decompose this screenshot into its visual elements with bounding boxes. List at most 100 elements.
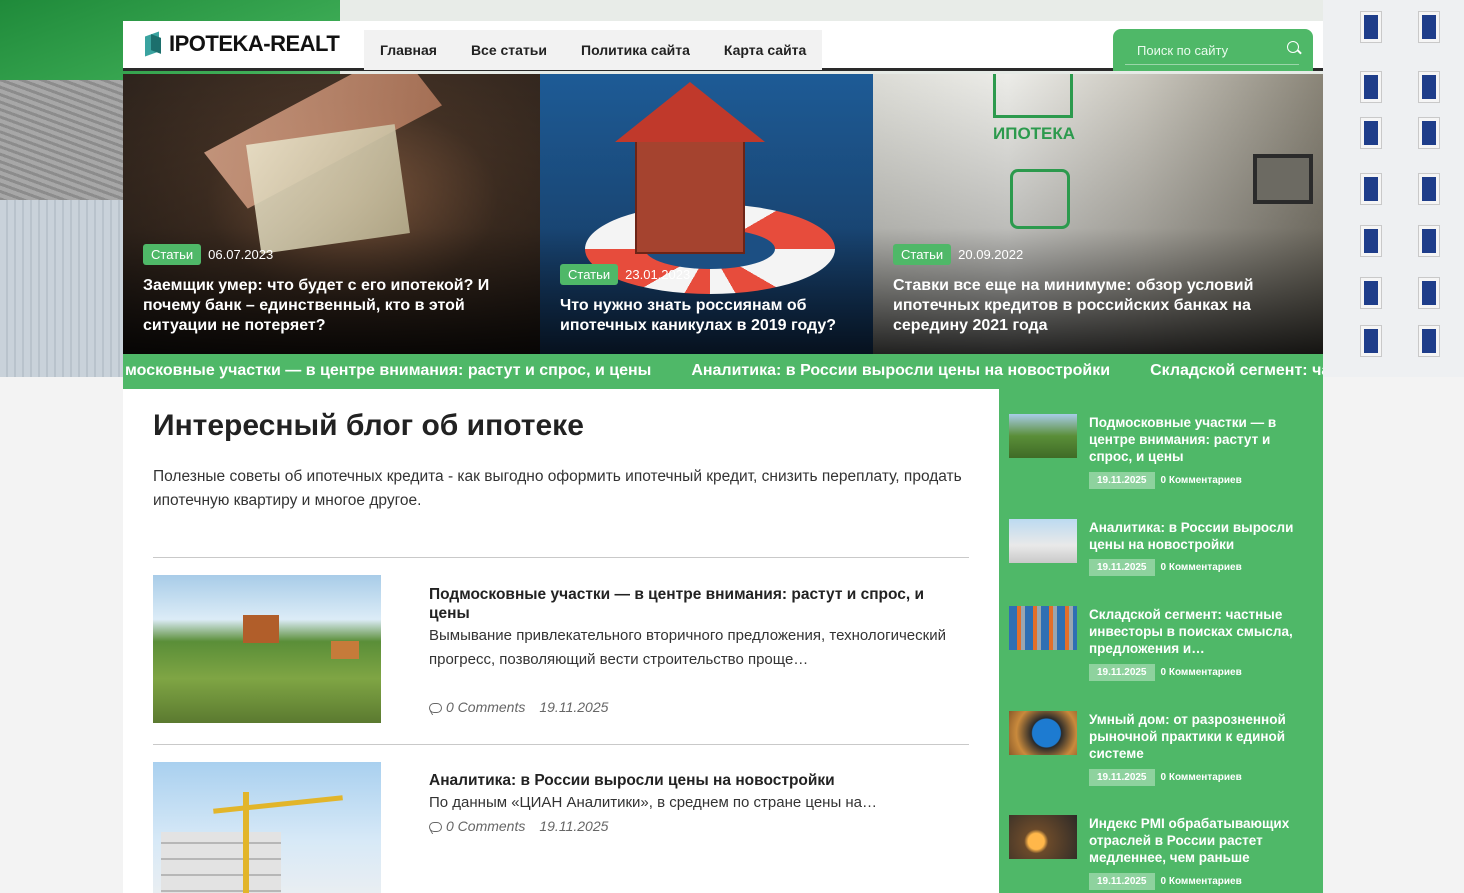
sidebar-thumbnail[interactable]: [1009, 815, 1077, 859]
category-tag[interactable]: Статьи: [560, 264, 619, 285]
sidebar-post[interactable]: Индекс PMI обрабатывающих отраслей в Рос…: [1009, 815, 1309, 893]
building-window: [1361, 12, 1381, 42]
ticker-item[interactable]: московные участки — в центре внимания: р…: [125, 362, 651, 380]
sidebar-post-date: 19.11.2025: [1089, 472, 1155, 489]
sidebar-post-comments[interactable]: 0 Комментариев: [1161, 475, 1242, 486]
post-thumbnail[interactable]: [153, 575, 381, 723]
post-comments[interactable]: 0 Comments: [429, 818, 525, 834]
nav-item-home[interactable]: Главная: [364, 30, 453, 70]
sidebar-post-title[interactable]: Аналитика: в России выросли цены на ново…: [1089, 519, 1304, 553]
featured-slide[interactable]: Статьи 23.01.2023 Что нужно знать россия…: [540, 74, 873, 354]
house-image: [331, 641, 359, 659]
slide-title[interactable]: Что нужно знать россиянам об ипотечных к…: [560, 296, 850, 336]
house-image: [243, 615, 279, 643]
featured-slider: Статьи 06.07.2023 Заемщик умер: что буде…: [123, 74, 1323, 354]
comment-icon: [429, 822, 442, 833]
crane-arm-image: [213, 795, 343, 814]
sidebar-post[interactable]: Умный дом: от разрозненной рыночной прак…: [1009, 711, 1309, 791]
ticker-item[interactable]: Аналитика: в России выросли цены на ново…: [691, 362, 1110, 380]
post-excerpt: Вымывание привлекательного вторичного пр…: [429, 627, 946, 668]
intro-text: Полезные советы об ипотечных кредита - к…: [153, 468, 962, 509]
nav-item-sitemap[interactable]: Карта сайта: [706, 30, 822, 70]
logo-icon: [145, 32, 163, 56]
sidebar-post-meta: 19.11.2025 0 Комментариев: [1089, 769, 1242, 786]
nav-item-site-policy[interactable]: Политика сайта: [563, 30, 706, 70]
sidebar-post[interactable]: Складской сегмент: частные инвесторы в п…: [1009, 606, 1309, 686]
post-title[interactable]: Подмосковные участки — в центре внимания…: [429, 585, 939, 623]
slide-title[interactable]: Заемщик умер: что будет с его ипотекой? …: [143, 276, 513, 336]
search-icon[interactable]: [1287, 41, 1299, 53]
building-window: [1419, 72, 1439, 102]
slide-meta: Статьи 06.07.2023: [143, 244, 273, 265]
post-meta: 0 Comments 19.11.2025: [429, 818, 608, 834]
bg-apartment-building: [1323, 0, 1464, 377]
search-input[interactable]: [1125, 37, 1299, 65]
comment-icon: [429, 703, 442, 714]
nav-item-all-articles[interactable]: Все статьи: [453, 30, 563, 70]
site-header: IPOTEKA-REALT Главная Все статьи Политик…: [123, 21, 1323, 71]
ticker-item[interactable]: Складской сегмент: частные инвесторы в п…: [1150, 362, 1323, 380]
sidebar-post-comments[interactable]: 0 Комментариев: [1161, 562, 1242, 573]
slide-date: 23.01.2023: [625, 267, 691, 282]
post-thumbnail[interactable]: [153, 762, 381, 893]
slide-meta: Статьи 20.09.2022: [893, 244, 1023, 265]
sidebar-post-title[interactable]: Подмосковные участки — в центре внимания…: [1089, 414, 1304, 465]
page-title: Интересный блог об ипотеке: [153, 409, 584, 442]
sidebar-post-title[interactable]: Складской сегмент: частные инвесторы в п…: [1089, 606, 1304, 657]
sidebar-thumbnail[interactable]: [1009, 711, 1077, 755]
post-title[interactable]: Аналитика: в России выросли цены на ново…: [429, 771, 939, 790]
sidebar-post-date: 19.11.2025: [1089, 873, 1155, 890]
sidebar-thumbnail[interactable]: [1009, 414, 1077, 458]
banknote-image: [246, 124, 410, 254]
sidebar-post-meta: 19.11.2025 0 Комментариев: [1089, 559, 1242, 576]
building-window: [1361, 174, 1381, 204]
logo-text: IPOTEKA-REALT: [169, 31, 340, 56]
main-nav: Главная Все статьи Политика сайта Карта …: [364, 30, 823, 70]
sidebar-post-title[interactable]: Индекс PMI обрабатывающих отраслей в Рос…: [1089, 815, 1304, 866]
slide-date: 06.07.2023: [208, 247, 274, 262]
post-comments[interactable]: 0 Comments: [429, 699, 525, 715]
house-sign-icon: [993, 74, 1073, 118]
sidebar-post-comments[interactable]: 0 Комментариев: [1161, 876, 1242, 887]
category-tag[interactable]: Статьи: [143, 244, 202, 265]
sidebar-post[interactable]: Подмосковные участки — в центре внимания…: [1009, 414, 1309, 494]
category-tag[interactable]: Статьи: [893, 244, 952, 265]
sidebar: Подмосковные участки — в центре внимания…: [999, 389, 1323, 893]
building-window: [1361, 72, 1381, 102]
bg-house-wall: [0, 200, 123, 377]
house-image: [635, 134, 745, 254]
sidebar-post-date: 19.11.2025: [1089, 664, 1155, 681]
main-content: Интересный блог об ипотеке Полезные сове…: [123, 389, 999, 893]
divider: [153, 557, 969, 558]
sidebar-post-meta: 19.11.2025 0 Комментариев: [1089, 664, 1242, 681]
sidebar-post-comments[interactable]: 0 Комментариев: [1161, 772, 1242, 783]
featured-slide[interactable]: Статьи 06.07.2023 Заемщик умер: что буде…: [123, 74, 540, 354]
sidebar-post-comments[interactable]: 0 Комментариев: [1161, 667, 1242, 678]
featured-slide[interactable]: ИПОТЕКА Статьи 20.09.2022 Ставки все еще…: [873, 74, 1323, 354]
sidebar-post-meta: 19.11.2025 0 Комментариев: [1089, 472, 1242, 489]
slide-title[interactable]: Ставки все еще на минимуме: обзор услови…: [893, 276, 1273, 336]
post-meta: 0 Comments 19.11.2025: [429, 699, 608, 715]
ticker-track: московные участки — в центре внимания: р…: [125, 362, 1323, 380]
comments-count: 0 Comments: [446, 699, 526, 715]
sidebar-thumbnail[interactable]: [1009, 519, 1077, 563]
building-window: [1419, 278, 1439, 308]
post-excerpt: По данным «ЦИАН Аналитики», в среднем по…: [429, 794, 878, 811]
slide-meta: Статьи 23.01.2023: [560, 264, 690, 285]
divider: [153, 744, 969, 745]
slide-date: 20.09.2022: [958, 247, 1024, 262]
building-window: [1419, 226, 1439, 256]
post-date: 19.11.2025: [539, 818, 609, 834]
sidebar-post[interactable]: Аналитика: в России выросли цены на ново…: [1009, 519, 1309, 589]
building-window: [1361, 226, 1381, 256]
sidebar-post-meta: 19.11.2025 0 Комментариев: [1089, 873, 1242, 890]
wall-picture: [1253, 154, 1313, 204]
sidebar-post-date: 19.11.2025: [1089, 559, 1155, 576]
sidebar-post-title[interactable]: Умный дом: от разрозненной рыночной прак…: [1089, 711, 1304, 762]
site-logo[interactable]: IPOTEKA-REALT: [145, 31, 340, 57]
sidebar-post-date: 19.11.2025: [1089, 769, 1155, 786]
building-window: [1361, 326, 1381, 356]
sidebar-thumbnail[interactable]: [1009, 606, 1077, 650]
post-date: 19.11.2025: [539, 699, 609, 715]
building-window: [1419, 12, 1439, 42]
